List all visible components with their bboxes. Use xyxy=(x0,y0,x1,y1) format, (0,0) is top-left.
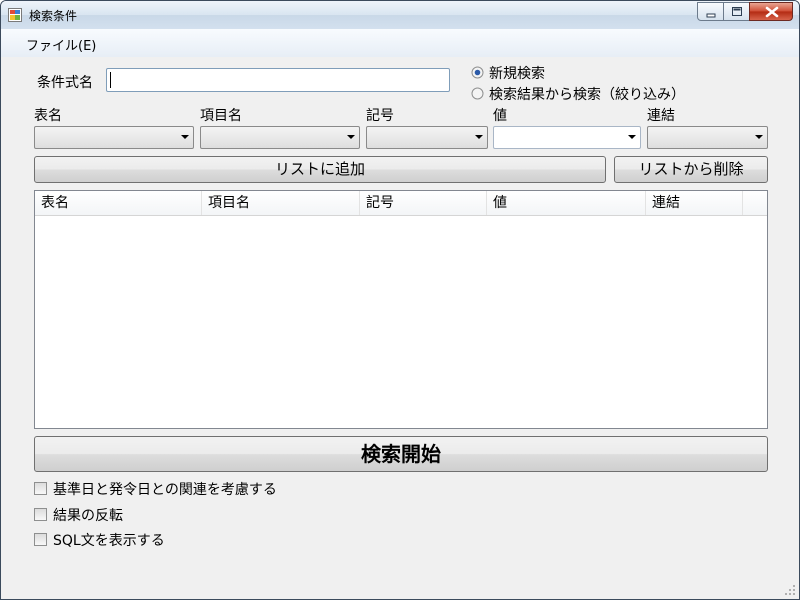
radio-refine-search-label[interactable]: 検索結果から検索（絞り込み） xyxy=(489,84,685,104)
column-header-link[interactable]: 連結 xyxy=(646,191,743,215)
close-icon xyxy=(765,6,779,18)
table-name-dropdown[interactable] xyxy=(34,126,194,149)
resize-grip-icon[interactable] xyxy=(784,584,796,596)
radio-refine-search[interactable] xyxy=(471,87,484,100)
chevron-down-icon xyxy=(755,135,763,139)
column-header-item[interactable]: 項目名 xyxy=(202,191,360,215)
consider-dates-checkbox[interactable] xyxy=(34,482,47,495)
remove-from-list-button[interactable]: リストから削除 xyxy=(614,156,768,183)
start-search-label: 検索開始 xyxy=(361,442,441,466)
chevron-down-icon xyxy=(628,135,636,139)
column-header-value[interactable]: 値 xyxy=(487,191,646,215)
invert-results-checkbox[interactable] xyxy=(34,508,47,521)
link-label: 連結 xyxy=(647,108,675,124)
maximize-button[interactable] xyxy=(723,2,750,21)
link-dropdown[interactable] xyxy=(647,126,768,149)
text-caret xyxy=(110,72,111,88)
value-label: 値 xyxy=(493,108,507,124)
show-sql-checkbox[interactable] xyxy=(34,533,47,546)
invert-results-label[interactable]: 結果の反転 xyxy=(53,505,123,525)
title-bar[interactable]: 検索条件 xyxy=(1,1,799,29)
minimize-button[interactable] xyxy=(697,2,724,21)
table-name-label: 表名 xyxy=(34,108,62,124)
remove-from-list-label: リストから削除 xyxy=(638,160,744,178)
app-icon xyxy=(8,8,22,22)
close-button[interactable] xyxy=(749,2,793,21)
chevron-down-icon xyxy=(475,135,483,139)
item-name-label: 項目名 xyxy=(200,108,242,124)
show-sql-label[interactable]: SQL文を表示する xyxy=(53,530,165,550)
value-combobox[interactable] xyxy=(493,126,641,149)
symbol-dropdown[interactable] xyxy=(366,126,488,149)
chevron-down-icon xyxy=(347,135,355,139)
chevron-down-icon xyxy=(181,135,189,139)
menu-file[interactable]: ファイル(E) xyxy=(26,35,96,54)
radio-new-search-label[interactable]: 新規検索 xyxy=(489,63,545,83)
window-title: 検索条件 xyxy=(29,9,78,23)
add-to-list-button[interactable]: リストに追加 xyxy=(34,156,606,183)
maximize-icon xyxy=(732,7,742,16)
list-header: 表名 項目名 記号 値 連結 xyxy=(35,191,767,216)
consider-dates-label[interactable]: 基準日と発令日との関連を考慮する xyxy=(53,479,277,499)
start-search-button[interactable]: 検索開始 xyxy=(34,436,768,472)
search-condition-window: 検索条件 ファイル(E) 条件式名 新規検索 検索結果から検索（絞り込み） 表名… xyxy=(0,0,800,600)
add-to-list-label: リストに追加 xyxy=(274,160,365,178)
condition-name-label: 条件式名 xyxy=(37,75,93,91)
radio-new-search[interactable] xyxy=(471,66,484,79)
symbol-label: 記号 xyxy=(366,108,394,124)
column-header-symbol[interactable]: 記号 xyxy=(360,191,487,215)
item-name-dropdown[interactable] xyxy=(200,126,360,149)
column-header-table[interactable]: 表名 xyxy=(35,191,202,215)
menu-bar: ファイル(E) xyxy=(1,29,799,57)
condition-list[interactable]: 表名 項目名 記号 値 連結 xyxy=(34,190,768,429)
condition-name-input[interactable] xyxy=(106,68,450,92)
minimize-icon xyxy=(706,13,716,18)
